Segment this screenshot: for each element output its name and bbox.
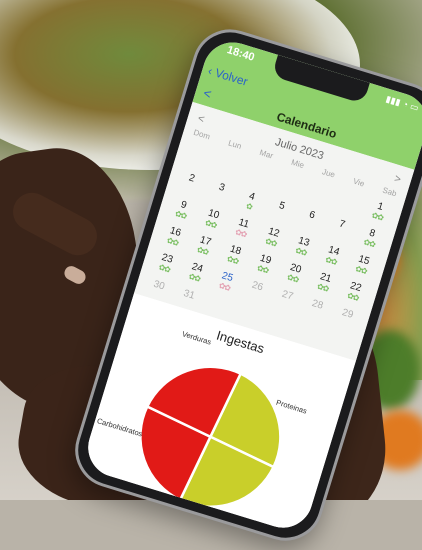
day-number: 3	[217, 181, 227, 194]
calendar-day[interactable]: 15 ✿✿	[343, 251, 380, 283]
phone: 18:40 ▮▮▮ ◔ ▭ ‹ Volver < Calendario < > …	[0, 0, 422, 550]
weekday: Jue	[321, 167, 337, 180]
back-button[interactable]: ‹ Volver	[206, 64, 249, 89]
weekday: Mie	[290, 157, 306, 171]
day-number: 26	[250, 279, 265, 294]
back-label: Volver	[213, 65, 250, 89]
day-number: 5	[277, 200, 287, 213]
phone-frame: 18:40 ▮▮▮ ◔ ▭ ‹ Volver < Calendario < > …	[65, 20, 422, 550]
weekday: Vie	[351, 176, 366, 189]
day-number: 6	[307, 209, 317, 222]
calendar-day[interactable]: 22 ✿✿	[335, 277, 372, 309]
weekday: Dom	[192, 127, 212, 142]
day-number: 28	[310, 297, 325, 312]
weekday: Lun	[227, 138, 243, 151]
day-number: 30	[152, 278, 166, 293]
weekday: Sab	[381, 185, 398, 199]
phone-screen: 18:40 ▮▮▮ ◔ ▭ ‹ Volver < Calendario < > …	[80, 34, 422, 536]
intake-pie-chart	[139, 365, 282, 508]
day-number: 31	[182, 287, 196, 302]
calendar-day[interactable]: 29	[327, 304, 364, 336]
calendar-day[interactable]: 1 ✿✿	[360, 197, 397, 229]
day-number: 2	[187, 172, 197, 185]
calendar-day[interactable]: 8 ✿✿	[352, 224, 389, 256]
day-number: 7	[337, 218, 347, 231]
day-number: 29	[340, 307, 355, 321]
day-number: 27	[280, 288, 295, 303]
weekday: Mar	[258, 147, 275, 161]
pie-label-grasas: Grasas	[194, 513, 221, 530]
